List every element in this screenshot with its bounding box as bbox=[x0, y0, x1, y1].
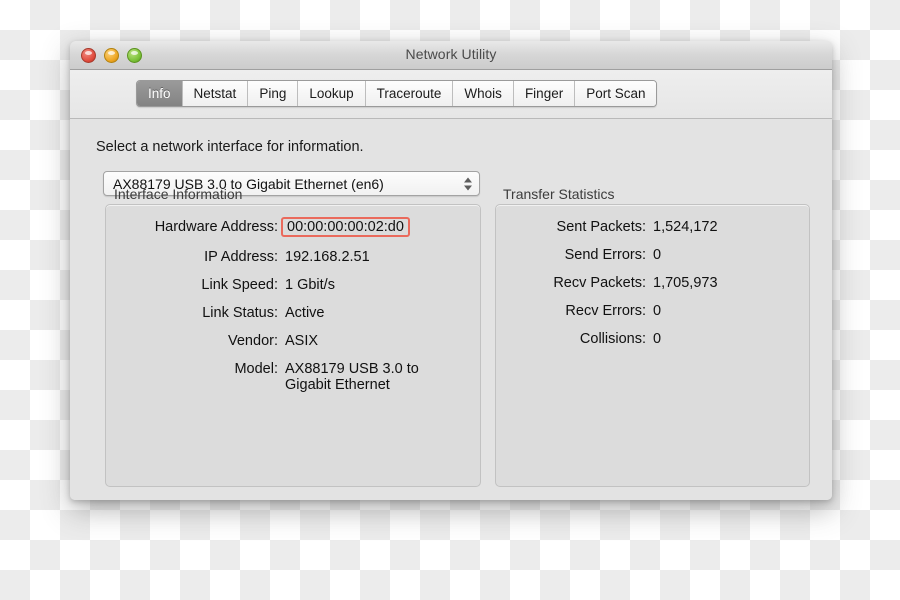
interface-info-value: 1 Gbit/s bbox=[285, 277, 335, 293]
transfer-stat-label: Collisions: bbox=[579, 331, 646, 347]
interface-information-title: Interface Information bbox=[114, 186, 243, 202]
tab-netstat[interactable]: Netstat bbox=[182, 81, 249, 106]
transfer-stat-value: 0 bbox=[653, 247, 662, 263]
transfer-statistics-rows: Sent Packets: 1,524,172 Send Errors: 0 Recv … bbox=[496, 219, 809, 359]
tab-lookup[interactable]: Lookup bbox=[298, 81, 366, 106]
content-area: Select a network interface for informati… bbox=[70, 119, 832, 500]
tab-ping[interactable]: Ping bbox=[248, 81, 299, 106]
interface-info-value: AX88179 USB 3.0 to Gigabit Ethernet bbox=[285, 361, 419, 393]
tab-whois[interactable]: Whois bbox=[453, 81, 514, 106]
transfer-stat-row: Sent Packets: 1,524,172 bbox=[496, 219, 809, 235]
transfer-stat-row: Collisions: 0 bbox=[496, 331, 809, 347]
interface-info-label: Link Status: bbox=[202, 305, 278, 321]
interface-information-panel: Hardware Address: 00:00:00:00:02:d0 IP Add… bbox=[105, 204, 481, 487]
interface-info-value: ASIX bbox=[285, 333, 319, 349]
interface-info-label: Model: bbox=[234, 361, 278, 377]
instruction-text: Select a network interface for informati… bbox=[96, 139, 364, 155]
transfer-stat-label: Sent Packets: bbox=[556, 219, 646, 235]
transfer-stat-row: Recv Packets: 1,705,973 bbox=[496, 275, 809, 291]
transfer-statistics-title: Transfer Statistics bbox=[503, 186, 615, 202]
transfer-stat-value: 0 bbox=[653, 331, 662, 347]
window-title: Network Utility bbox=[405, 46, 497, 62]
tab-port-scan[interactable]: Port Scan bbox=[575, 81, 657, 106]
tab-toolbar: Info Netstat Ping Lookup Traceroute Whois Fing… bbox=[70, 70, 832, 119]
tab-bar: Info Netstat Ping Lookup Traceroute Whois Fing… bbox=[136, 80, 658, 107]
interface-info-row: Hardware Address: 00:00:00:00:02:d0 bbox=[106, 217, 480, 237]
transfer-stat-label: Recv Packets: bbox=[553, 275, 646, 291]
transfer-stat-row: Send Errors: 0 bbox=[496, 247, 809, 263]
interface-info-row: Link Speed: 1 Gbit/s bbox=[106, 277, 480, 293]
interface-info-label: Vendor: bbox=[228, 333, 278, 349]
window-titlebar[interactable]: Network Utility bbox=[70, 41, 832, 70]
interface-info-row: IP Address: 192.168.2.51 bbox=[106, 249, 480, 265]
interface-info-label: Link Speed: bbox=[201, 277, 278, 293]
transfer-stat-value: 1,705,973 bbox=[653, 275, 718, 291]
transfer-statistics-panel: Sent Packets: 1,524,172 Send Errors: 0 Recv … bbox=[495, 204, 810, 487]
network-utility-window: Network Utility Info Netstat Ping Lookup Tra… bbox=[70, 41, 832, 500]
interface-info-label: Hardware Address: bbox=[154, 219, 278, 235]
interface-info-row: Vendor: ASIX bbox=[106, 333, 480, 349]
tab-info[interactable]: Info bbox=[137, 81, 183, 106]
interface-info-row: Model: AX88179 USB 3.0 to Gigabit Etherne… bbox=[106, 361, 480, 393]
interface-info-label: IP Address: bbox=[204, 249, 278, 265]
tab-finger[interactable]: Finger bbox=[513, 81, 576, 106]
interface-info-value: 192.168.2.51 bbox=[285, 249, 370, 265]
interface-info-value: 00:00:00:00:02:d0 bbox=[281, 217, 410, 237]
transfer-stat-value: 1,524,172 bbox=[653, 219, 718, 235]
chevron-updown-icon bbox=[464, 177, 472, 190]
transfer-stat-label: Recv Errors: bbox=[565, 303, 646, 319]
interface-information-rows: Hardware Address: 00:00:00:00:02:d0 IP Add… bbox=[106, 217, 480, 405]
transfer-stat-label: Send Errors: bbox=[564, 247, 646, 263]
tab-traceroute[interactable]: Traceroute bbox=[365, 81, 454, 106]
transfer-stat-row: Recv Errors: 0 bbox=[496, 303, 809, 319]
transfer-stat-value: 0 bbox=[653, 303, 662, 319]
interface-info-value: Active bbox=[285, 305, 325, 321]
interface-info-row: Link Status: Active bbox=[106, 305, 480, 321]
